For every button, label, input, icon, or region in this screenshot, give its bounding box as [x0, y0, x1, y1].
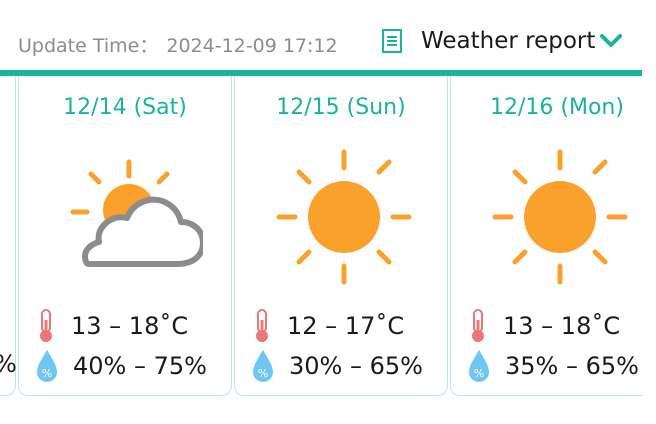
svg-text:%: % [258, 367, 268, 380]
forecast-card-partial [0, 76, 16, 396]
update-time-label: Update Time： [18, 35, 159, 57]
header-bar: Update Time： 2024-12-09 17:12 Weather rep… [0, 0, 656, 70]
humidity-drop-icon: % [253, 350, 273, 382]
weather-report-label: Weather report [421, 28, 596, 54]
humidity-range: 40% – 75% [73, 352, 207, 380]
update-time-text: Update Time： 2024-12-09 17:12 [18, 31, 338, 58]
temperature-row: 13 – 18˚C [467, 308, 620, 344]
temperature-range: 13 – 18˚C [503, 312, 621, 340]
temperature-range: 13 – 18˚C [71, 312, 189, 340]
forecast-card[interactable]: 12/15 (Sun) 12 – 17˚C % 30% – 65% [234, 76, 448, 396]
humidity-row: % 35% – 65% [467, 348, 639, 384]
humidity-range: 30% – 65% [289, 352, 423, 380]
weather-report-dropdown[interactable]: Weather report [382, 24, 623, 58]
humidity-range: 35% – 65% [505, 352, 639, 380]
thermometer-icon [40, 309, 52, 342]
forecast-date: 12/14 (Sat) [63, 95, 187, 120]
humidity-row: % 40% – 75% [35, 348, 207, 384]
temperature-row: 13 – 18˚C [35, 308, 188, 344]
forecast-date: 12/16 (Mon) [490, 95, 624, 120]
svg-text:%: % [42, 367, 52, 380]
forecast-card[interactable]: 12/16 (Mon) 13 – 18˚C % 35% – 65% [450, 76, 642, 396]
humidity-row: % 30% – 65% [251, 348, 423, 384]
svg-text:%: % [474, 367, 484, 380]
forecast-strip[interactable]: 12/14 (Sat) 13 – 18˚C % 40% – 75% 12/15 … [0, 76, 642, 398]
forecast-date: 12/15 (Sun) [276, 95, 406, 120]
temperature-range: 12 – 17˚C [287, 312, 405, 340]
partial-humidity-fragment: % [0, 350, 17, 378]
update-time-value: 2024-12-09 17:12 [166, 35, 338, 57]
chevron-down-icon [600, 34, 623, 47]
thermometer-icon [472, 309, 484, 342]
forecast-card[interactable]: 12/14 (Sat) 13 – 18˚C % 40% – 75% [18, 76, 232, 396]
thermometer-icon [256, 309, 268, 342]
sunny-icon [269, 142, 419, 292]
sunny-icon [485, 142, 635, 292]
humidity-drop-icon: % [469, 350, 489, 382]
partly-cloudy-icon [70, 159, 203, 267]
temperature-row: 12 – 17˚C [251, 308, 404, 344]
humidity-drop-icon: % [37, 350, 57, 382]
document-icon [382, 29, 402, 53]
